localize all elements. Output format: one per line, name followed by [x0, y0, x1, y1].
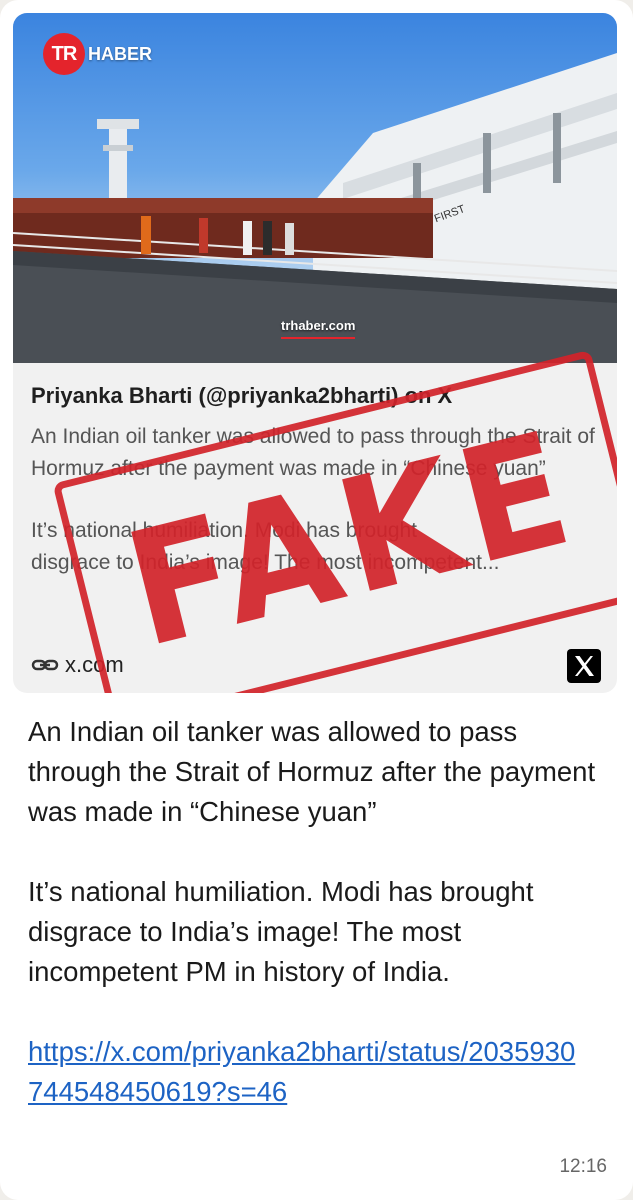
message-para1: An Indian oil tanker was allowed to pass… — [28, 716, 596, 827]
preview-image: SAFETY FIRST TR — [13, 13, 617, 363]
link-preview-card[interactable]: SAFETY FIRST TR — [13, 13, 617, 693]
status-link[interactable]: https://x.com/priyanka2bharti/status/203… — [28, 1032, 588, 1112]
message-timestamp: 12:16 — [559, 1156, 607, 1177]
message-para2: It’s national humiliation. Modi has brou… — [28, 876, 534, 987]
link-icon — [31, 659, 59, 671]
message-text: An Indian oil tanker was allowed to pass… — [28, 712, 608, 1112]
image-watermark: trhaber.com — [281, 318, 356, 339]
trhaber-logo: TR HABER — [43, 33, 152, 75]
x-logo-icon — [567, 649, 601, 683]
message-bubble: SAFETY FIRST TR — [0, 0, 633, 1200]
